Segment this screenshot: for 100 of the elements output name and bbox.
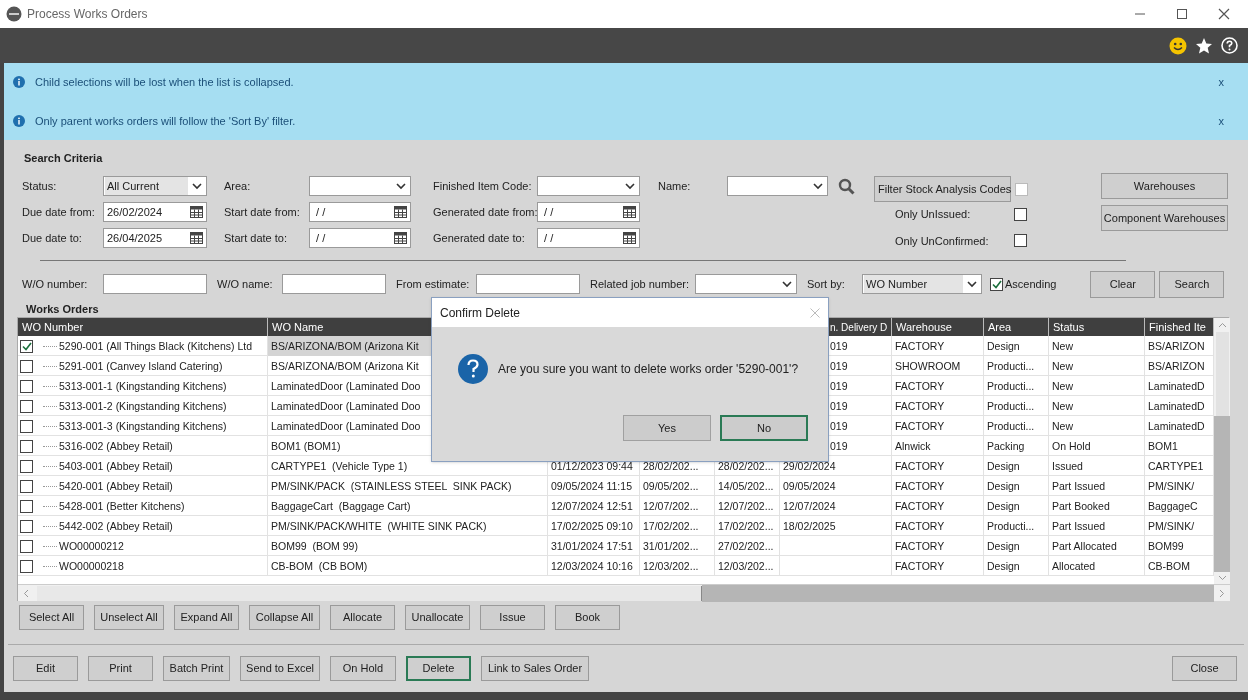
dismiss-button[interactable]: x [1216, 74, 1226, 91]
table-cell: Part Allocated [1052, 539, 1117, 553]
date-field[interactable]: 26/02/2024 [103, 202, 207, 222]
checkbox[interactable] [20, 339, 33, 353]
column-header[interactable]: WO Number [22, 318, 84, 336]
checkbox[interactable] [1014, 234, 1027, 248]
close-button[interactable]: Close [1172, 656, 1237, 681]
table-cell: 5442-002 (Abbey Retail) [59, 519, 173, 533]
input-field[interactable] [282, 274, 386, 294]
column-header[interactable]: Finished Ite [1149, 318, 1206, 336]
action-button[interactable]: Print [88, 656, 153, 681]
calendar-icon[interactable] [190, 206, 203, 218]
component-warehouses-button[interactable]: Component Warehouses [1101, 205, 1228, 231]
action-button[interactable]: Delete [406, 656, 471, 681]
list-button[interactable]: Issue [480, 605, 545, 630]
chevron-down-icon [967, 280, 977, 288]
checkbox[interactable] [20, 359, 33, 373]
checkbox[interactable] [20, 439, 33, 453]
list-button[interactable]: Select All [19, 605, 84, 630]
checkbox[interactable] [20, 419, 33, 433]
dropdown[interactable]: WO Number [862, 274, 982, 294]
dialog-button[interactable]: Yes [623, 415, 711, 441]
column-header[interactable]: Warehouse [896, 318, 952, 336]
table-cell: FACTORY [895, 559, 945, 573]
dialog-message: Are you sure you want to delete works order '5290-001'? [498, 361, 799, 378]
list-button[interactable]: Unallocate [405, 605, 470, 630]
input-field[interactable] [103, 274, 207, 294]
list-button[interactable]: Book [555, 605, 620, 630]
field-label: From estimate: [396, 276, 471, 292]
table-cell: BS/ARIZON [1148, 339, 1205, 353]
list-button[interactable]: Expand All [174, 605, 239, 630]
calendar-icon[interactable] [623, 206, 636, 218]
calendar-icon[interactable] [394, 232, 407, 244]
calendar-icon[interactable] [394, 206, 407, 218]
date-field[interactable]: / / [537, 202, 640, 222]
column-header[interactable]: Status [1053, 318, 1085, 336]
calendar-icon[interactable] [623, 232, 636, 244]
field-label: Generated date to: [433, 230, 526, 246]
star-icon[interactable] [1195, 36, 1213, 55]
search-panel-button[interactable]: Search [1159, 270, 1225, 298]
date-field[interactable]: / / [309, 202, 411, 222]
help-icon[interactable] [1221, 37, 1238, 54]
checkbox[interactable] [1014, 207, 1027, 221]
date-field[interactable]: / / [309, 228, 411, 248]
checkbox[interactable] [20, 519, 33, 533]
table-cell: 27/02/202... [718, 539, 774, 553]
table-cell: FACTORY [895, 479, 945, 493]
list-button[interactable]: Allocate [330, 605, 395, 630]
table-cell: CARTYPE1 [1148, 459, 1204, 473]
field-label: Finished Item Code: [433, 178, 533, 194]
checkbox[interactable] [990, 277, 1003, 291]
table-cell: 09/05/202... [643, 479, 699, 493]
checkbox[interactable] [20, 399, 33, 413]
date-field[interactable]: / / [537, 228, 640, 248]
checkbox[interactable] [20, 559, 33, 573]
dropdown[interactable] [309, 176, 411, 196]
action-button[interactable]: Link to Sales Order [481, 656, 589, 681]
chevron-down-icon [396, 182, 406, 190]
checkbox[interactable] [1015, 182, 1028, 196]
dropdown[interactable] [727, 176, 828, 196]
list-button[interactable]: Collapse All [249, 605, 320, 630]
table-cell: CARTYPE1 (Vehicle Type 1) [271, 459, 408, 473]
search-icon[interactable] [838, 177, 855, 195]
search-panel-button[interactable]: Clear [1090, 270, 1156, 298]
action-button[interactable]: Batch Print [163, 656, 230, 681]
close-icon[interactable] [1218, 8, 1230, 20]
checkbox[interactable] [20, 379, 33, 393]
column-header[interactable]: WO Name [272, 318, 324, 336]
smiley-icon[interactable] [1169, 36, 1187, 55]
field-label: Start date from: [224, 204, 301, 220]
column-header[interactable]: n. Delivery D [830, 319, 888, 335]
field-label: Related job number: [590, 276, 691, 292]
maximize-icon[interactable] [1176, 8, 1188, 20]
checkbox[interactable] [20, 499, 33, 513]
checkbox[interactable] [20, 459, 33, 473]
table-cell: Design [987, 459, 1020, 473]
list-button[interactable]: Unselect All [94, 605, 164, 630]
action-button[interactable]: Edit [13, 656, 78, 681]
dropdown[interactable] [537, 176, 640, 196]
input-field[interactable] [476, 274, 580, 294]
dropdown[interactable]: All Current [103, 176, 207, 196]
dismiss-button[interactable]: x [1216, 112, 1226, 129]
checkbox[interactable] [20, 479, 33, 493]
warehouses-button[interactable]: Warehouses [1101, 173, 1228, 199]
calendar-icon[interactable] [190, 232, 203, 244]
table-cell: 5403-001 (Abbey Retail) [59, 459, 173, 473]
date-field[interactable]: 26/04/2025 [103, 228, 207, 248]
info-icon [13, 114, 25, 127]
dropdown[interactable] [695, 274, 797, 294]
table-cell: FACTORY [895, 459, 945, 473]
table-cell: New [1052, 379, 1073, 393]
checkbox[interactable] [20, 539, 33, 553]
action-button[interactable]: Send to Excel [240, 656, 320, 681]
action-button[interactable]: On Hold [330, 656, 396, 681]
dialog-button[interactable]: No [720, 415, 808, 441]
column-header[interactable]: Area [988, 318, 1012, 336]
field-label: Start date to: [224, 230, 288, 246]
table-cell: 5316-002 (Abbey Retail) [59, 439, 173, 453]
table-cell: SHOWROOM [895, 359, 961, 373]
filter-button[interactable]: Filter Stock Analysis Codes [874, 176, 1011, 202]
